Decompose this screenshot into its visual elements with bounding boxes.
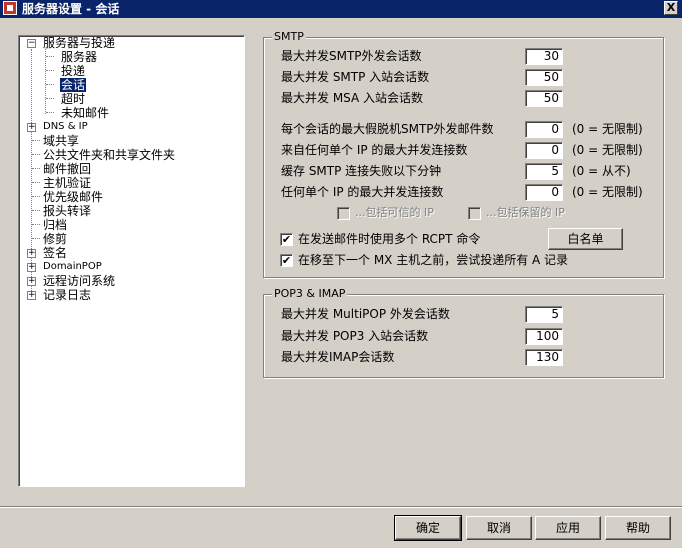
- max-multipop-input[interactable]: 5: [525, 306, 563, 323]
- tree-item-domainpop[interactable]: DomainPOP: [43, 260, 102, 274]
- max-pop3-in-label: 最大并发 POP3 入站会话数: [281, 329, 429, 343]
- tree-branch: [46, 112, 54, 113]
- expand-icon[interactable]: +: [27, 277, 36, 286]
- footer-separator: [0, 506, 682, 508]
- max-spooled-input[interactable]: 0: [525, 121, 563, 138]
- try-all-a-checkbox[interactable]: ✔: [280, 254, 293, 267]
- expand-icon[interactable]: +: [27, 291, 36, 300]
- max-msa-in-label: 最大并发 MSA 入站会话数: [281, 91, 424, 105]
- ok-button[interactable]: 确定: [394, 515, 462, 541]
- max-conn-any-ip-label: 任何单个 IP 的最大并发连接数: [281, 185, 444, 199]
- multi-rcpt-label: 在发送邮件时使用多个 RCPT 命令: [298, 232, 481, 246]
- tree-item-domain-sharing[interactable]: 域共享: [43, 134, 79, 148]
- tree-branch: [46, 56, 54, 57]
- multi-rcpt-checkbox[interactable]: ✔: [280, 233, 293, 246]
- tree-item-archiving[interactable]: 归档: [43, 218, 67, 232]
- max-spooled-hint: (0 = 无限制): [572, 122, 643, 136]
- tree-branch: [46, 70, 54, 71]
- tree-branch: [32, 168, 40, 169]
- include-trusted-ip-label: ...包括可信的 IP: [355, 206, 434, 219]
- title-bar: 服务器设置 - 会话 X: [0, 0, 682, 18]
- max-conn-per-ip-input[interactable]: 0: [525, 142, 563, 159]
- max-imap-label: 最大并发IMAP会话数: [281, 350, 395, 364]
- tree-item-delivery[interactable]: 投递: [61, 64, 85, 78]
- tree-item-sessions[interactable]: 会话: [60, 78, 87, 92]
- tree-item-unknown-mail[interactable]: 未知邮件: [61, 106, 109, 120]
- max-smtp-in-label: 最大并发 SMTP 入站会话数: [281, 70, 430, 84]
- tree-branch: [46, 98, 54, 99]
- tree-branch: [32, 210, 40, 211]
- max-conn-any-ip-input[interactable]: 0: [525, 184, 563, 201]
- try-all-a-label: 在移至下一个 MX 主机之前，尝试投递所有 A 记录: [298, 253, 569, 267]
- max-conn-per-ip-label: 来自任何单个 IP 的最大并发连接数: [281, 143, 468, 157]
- tree-branch: [32, 224, 40, 225]
- pop3-imap-group: POP3 & IMAP 最大并发 MultiPOP 外发会话数 5 最大并发 P…: [263, 287, 664, 378]
- expand-icon[interactable]: +: [27, 249, 36, 258]
- max-smtp-in-input[interactable]: 50: [525, 69, 563, 86]
- max-smtp-out-input[interactable]: 30: [525, 48, 563, 65]
- smtp-group: SMTP 最大并发SMTP外发会话数 30 最大并发 SMTP 入站会话数 50…: [263, 30, 664, 278]
- tree-root-line: [31, 49, 32, 295]
- help-button[interactable]: 帮助: [605, 516, 671, 540]
- include-reserved-ip-checkbox[interactable]: [468, 207, 481, 220]
- app-icon: [3, 1, 17, 15]
- include-reserved-ip-label: ...包括保留的 IP: [486, 206, 565, 219]
- max-conn-any-ip-hint: (0 = 无限制): [572, 185, 643, 199]
- tree-item-header-translation[interactable]: 报头转译: [43, 204, 91, 218]
- max-msa-in-input[interactable]: 50: [525, 90, 563, 107]
- tree-item-pruning[interactable]: 修剪: [43, 232, 67, 246]
- tree-item-server[interactable]: 服务器: [61, 50, 97, 64]
- tree-item-server-delivery[interactable]: 服务器与投递: [43, 36, 115, 50]
- settings-tree[interactable]: − 服务器与投递 服务器 投递 会话 超时 未知邮件 + DNS & IP 域共…: [18, 35, 245, 487]
- tree-branch: [46, 84, 54, 85]
- window-title: 服务器设置 - 会话: [22, 2, 120, 16]
- tree-item-dns-ip[interactable]: DNS & IP: [43, 120, 88, 134]
- cache-failures-input[interactable]: 5: [525, 163, 563, 180]
- smtp-legend: SMTP: [272, 30, 306, 43]
- tree-branch: [32, 140, 40, 141]
- whitelist-button[interactable]: 白名单: [548, 228, 623, 250]
- apply-button[interactable]: 应用: [535, 516, 601, 540]
- max-multipop-label: 最大并发 MultiPOP 外发会话数: [281, 307, 450, 321]
- tree-item-signatures[interactable]: 签名: [43, 246, 67, 260]
- max-imap-input[interactable]: 130: [525, 349, 563, 366]
- max-pop3-in-input[interactable]: 100: [525, 328, 563, 345]
- tree-item-host-auth[interactable]: 主机验证: [43, 176, 91, 190]
- tree-item-priority-mail[interactable]: 优先级邮件: [43, 190, 103, 204]
- max-smtp-out-label: 最大并发SMTP外发会话数: [281, 49, 422, 63]
- expand-icon[interactable]: +: [27, 263, 36, 272]
- tree-item-message-recall[interactable]: 邮件撤回: [43, 162, 91, 176]
- tree-child-line: [45, 49, 46, 114]
- expand-icon[interactable]: +: [27, 123, 36, 132]
- max-conn-per-ip-hint: (0 = 无限制): [572, 143, 643, 157]
- tree-item-logging[interactable]: 记录日志: [43, 288, 91, 302]
- tree-branch: [32, 154, 40, 155]
- cancel-button[interactable]: 取消: [466, 516, 532, 540]
- collapse-icon[interactable]: −: [27, 39, 36, 48]
- cache-failures-label: 缓存 SMTP 连接失败以下分钟: [281, 164, 442, 178]
- tree-branch: [32, 182, 40, 183]
- close-button[interactable]: X: [664, 1, 678, 15]
- cache-failures-hint: (0 = 从不): [572, 164, 631, 178]
- tree-branch: [32, 196, 40, 197]
- pop3-imap-legend: POP3 & IMAP: [272, 287, 348, 300]
- tree-item-public-folders[interactable]: 公共文件夹和共享文件夹: [43, 148, 175, 162]
- tree-item-timeouts[interactable]: 超时: [61, 92, 85, 106]
- include-trusted-ip-checkbox[interactable]: [337, 207, 350, 220]
- tree-branch: [32, 238, 40, 239]
- max-spooled-label: 每个会话的最大假脱机SMTP外发邮件数: [281, 122, 494, 136]
- tree-item-remote-access[interactable]: 远程访问系统: [43, 274, 115, 288]
